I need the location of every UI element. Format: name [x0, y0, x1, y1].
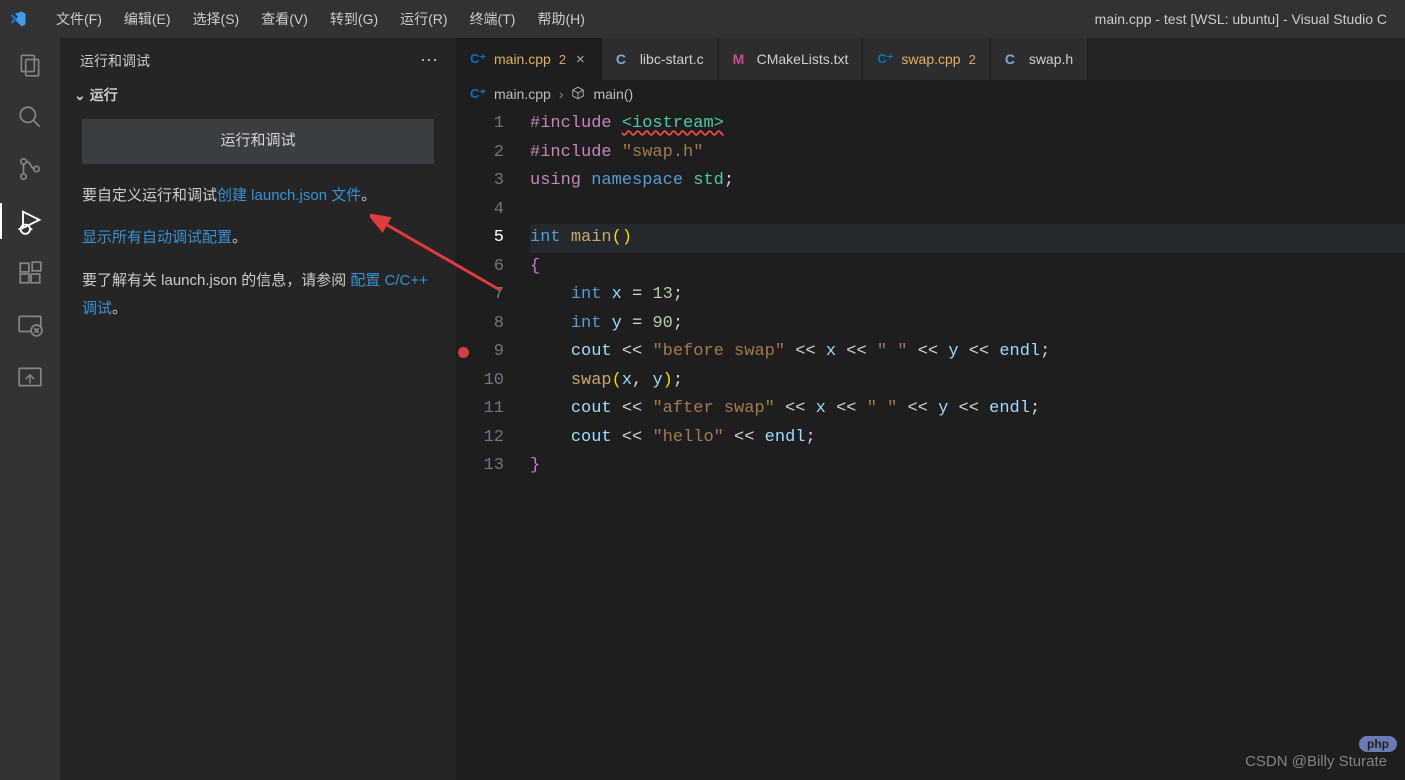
- code-line[interactable]: #include <iostream>: [530, 110, 1405, 139]
- side-panel: 运行和调试 ⋯ ⌄ 运行 运行和调试 要自定义运行和调试创建 launch.js…: [60, 38, 456, 780]
- code-line[interactable]: [530, 196, 1405, 225]
- more-icon[interactable]: ⋯: [420, 50, 438, 71]
- cmake-file-icon: M: [733, 51, 749, 67]
- menu-edit[interactable]: 编辑(E): [114, 5, 181, 33]
- code-line[interactable]: cout << "hello" << endl;: [530, 424, 1405, 453]
- line-number[interactable]: 13: [474, 452, 504, 481]
- remote-icon[interactable]: [15, 310, 45, 340]
- side-panel-title: 运行和调试: [80, 51, 150, 71]
- menu-run[interactable]: 运行(R): [390, 5, 457, 33]
- editor-tabs: C⁺ main.cpp 2 × Clibc-start.c M CMakeLists.txt…: [456, 38, 1405, 80]
- cpp-file-icon: C⁺: [877, 51, 893, 67]
- show-auto-config: 显示所有自动调试配置。: [82, 224, 434, 253]
- tab-swap-cpp[interactable]: C⁺ swap.cpp 2: [863, 38, 990, 80]
- menu-help[interactable]: 帮助(H): [527, 5, 594, 33]
- activity-bar: [0, 38, 60, 780]
- menu-terminal[interactable]: 终端(T): [460, 5, 526, 33]
- breadcrumb-symbol[interactable]: main(): [593, 86, 633, 102]
- menu-file[interactable]: 文件(F): [46, 5, 112, 33]
- output-icon[interactable]: [15, 362, 45, 392]
- source-control-icon[interactable]: [15, 154, 45, 184]
- php-badge: php: [1359, 736, 1397, 752]
- tab-modified-badge: 2: [559, 52, 566, 67]
- tab-label: swap.h: [1029, 51, 1073, 67]
- side-section-header[interactable]: ⌄ 运行: [60, 77, 456, 109]
- tab-label: CMakeLists.txt: [757, 51, 849, 67]
- line-number[interactable]: 11: [474, 395, 504, 424]
- line-number[interactable]: 7: [474, 281, 504, 310]
- custom-text: 要自定义运行和调试创建 launch.json 文件。: [82, 182, 434, 211]
- code-line[interactable]: #include "swap.h": [530, 139, 1405, 168]
- line-number[interactable]: 12: [474, 424, 504, 453]
- line-number[interactable]: 3: [474, 167, 504, 196]
- create-launch-json-link[interactable]: 创建 launch.json 文件: [217, 187, 361, 204]
- learn-more-text: 要了解有关 launch.json 的信息，请参阅 配置 C/C++ 调试。: [82, 267, 434, 324]
- run-debug-icon[interactable]: [15, 206, 45, 236]
- code-line[interactable]: {: [530, 253, 1405, 282]
- menu-bar: 文件(F) 编辑(E) 选择(S) 查看(V) 转到(G) 运行(R) 终端(T…: [46, 5, 595, 33]
- menu-go[interactable]: 转到(G): [320, 5, 388, 33]
- c-file-icon: C: [1005, 51, 1021, 67]
- breadcrumb-file[interactable]: main.cpp: [494, 86, 551, 102]
- line-number[interactable]: 9: [474, 338, 504, 367]
- explorer-icon[interactable]: [15, 50, 45, 80]
- tab-main-cpp[interactable]: C⁺ main.cpp 2 ×: [456, 38, 602, 80]
- breadcrumb[interactable]: C⁺ main.cpp › main(): [456, 80, 1405, 108]
- line-number[interactable]: 8: [474, 310, 504, 339]
- code-editor[interactable]: 12345678910111213 #include <iostream>#in…: [456, 108, 1405, 481]
- tab-label: libc-start.c: [640, 51, 704, 67]
- code-line[interactable]: int main(): [530, 224, 1405, 253]
- code-line[interactable]: cout << "after swap" << x << " " << y <<…: [530, 395, 1405, 424]
- code-line[interactable]: int y = 90;: [530, 310, 1405, 339]
- tab-label: swap.cpp: [901, 51, 960, 67]
- extensions-icon[interactable]: [15, 258, 45, 288]
- tab-libc-start-c[interactable]: Clibc-start.c: [602, 38, 719, 80]
- menu-selection[interactable]: 选择(S): [183, 5, 250, 33]
- line-number[interactable]: 5: [474, 224, 504, 253]
- window-title: main.cpp - test [WSL: ubuntu] - Visual S…: [595, 11, 1397, 27]
- line-number[interactable]: 6: [474, 253, 504, 282]
- code-line[interactable]: }: [530, 452, 1405, 481]
- tab-label: main.cpp: [494, 51, 551, 67]
- chevron-right-icon: ›: [559, 86, 564, 102]
- chevron-down-icon: ⌄: [74, 87, 86, 104]
- tab-CMakeLists-txt[interactable]: M CMakeLists.txt: [719, 38, 864, 80]
- section-label: 运行: [90, 85, 118, 105]
- tab-swap-h[interactable]: Cswap.h: [991, 38, 1088, 80]
- code-line[interactable]: swap(x, y);: [530, 367, 1405, 396]
- code-line[interactable]: int x = 13;: [530, 281, 1405, 310]
- line-number[interactable]: 1: [474, 110, 504, 139]
- title-bar: 文件(F) 编辑(E) 选择(S) 查看(V) 转到(G) 运行(R) 终端(T…: [0, 0, 1405, 38]
- cpp-file-icon: C⁺: [470, 86, 486, 102]
- tab-modified-badge: 2: [969, 52, 976, 67]
- c-file-icon: C: [616, 51, 632, 67]
- run-and-debug-button[interactable]: 运行和调试: [82, 119, 434, 164]
- line-number[interactable]: 2: [474, 139, 504, 168]
- show-auto-debug-link[interactable]: 显示所有自动调试配置: [82, 229, 232, 246]
- vscode-logo-icon: [8, 9, 28, 29]
- breakpoint-icon[interactable]: [458, 347, 469, 358]
- line-number[interactable]: 4: [474, 196, 504, 225]
- editor-area: C⁺ main.cpp 2 × Clibc-start.c M CMakeLists.txt…: [456, 38, 1405, 780]
- watermark: CSDN @Billy Sturate: [1245, 753, 1387, 770]
- menu-view[interactable]: 查看(V): [251, 5, 318, 33]
- code-line[interactable]: cout << "before swap" << x << " " << y <…: [530, 338, 1405, 367]
- cube-icon: [571, 86, 585, 103]
- cpp-file-icon: C⁺: [470, 51, 486, 67]
- code-line[interactable]: using namespace std;: [530, 167, 1405, 196]
- search-icon[interactable]: [15, 102, 45, 132]
- line-number[interactable]: 10: [474, 367, 504, 396]
- close-icon[interactable]: ×: [574, 51, 587, 68]
